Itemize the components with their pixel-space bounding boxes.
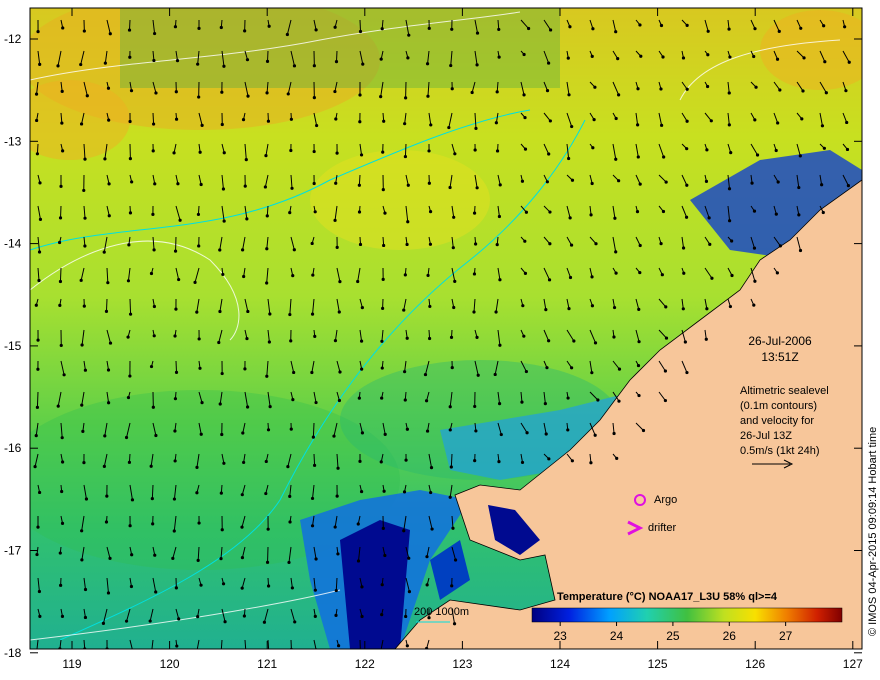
note-line-2: (0.1m contours) (740, 400, 817, 412)
legend-tick-label: 25 (666, 629, 680, 643)
drifter-label: drifter (648, 522, 676, 534)
legend-colorbar (531, 607, 843, 623)
legend-tick-label: 24 (610, 629, 624, 643)
lon-tick-label: 120 (160, 657, 180, 671)
credit-text: © IMOS 04-Apr-2015 09:09:14 Hobart time (867, 427, 879, 636)
sst-map: 119 120 121 122 123 124 125 126 127 -12 -13 -14 -15… (4, 7, 879, 671)
lat-tick-label: -14 (4, 237, 22, 251)
lon-tick-label: 122 (355, 657, 375, 671)
lon-tick-label: 126 (745, 657, 765, 671)
sst-field (30, 8, 862, 649)
lat-tick-label: -15 (4, 339, 22, 353)
lat-tick-label: -13 (4, 134, 22, 148)
note-line-4: 26-Jul 13Z (740, 430, 792, 442)
legend-tick-label: 23 (554, 629, 568, 643)
argo-label: Argo (654, 494, 677, 506)
lon-tick-label: 119 (62, 657, 81, 671)
lon-tick-label: 124 (550, 657, 570, 671)
lon-tick-label: 121 (257, 657, 277, 671)
lat-tick-label: -17 (4, 544, 22, 558)
lon-tick-label: 125 (648, 657, 668, 671)
note-line-5: 0.5m/s (1kt 24h) (740, 445, 819, 457)
legend-title: Temperature (°C) NOAA17_L3U 58% ql>=4 (557, 591, 778, 603)
note-line-3: and velocity for (740, 415, 814, 427)
legend-tick-label: 26 (723, 629, 737, 643)
lat-tick-label: -12 (4, 32, 22, 46)
lon-tick-label: 127 (843, 657, 863, 671)
note-line-1: Altimetric sealevel (740, 385, 829, 397)
lat-tick-label: -18 (4, 646, 22, 660)
legend-tick-label: 27 (779, 629, 793, 643)
lat-tick-label: -16 (4, 441, 22, 455)
depth-contour-label: 200 1000m (414, 606, 469, 618)
lon-tick-label: 123 (452, 657, 472, 671)
time-label: 13:51Z (761, 350, 798, 364)
date-label: 26-Jul-2006 (748, 334, 812, 348)
